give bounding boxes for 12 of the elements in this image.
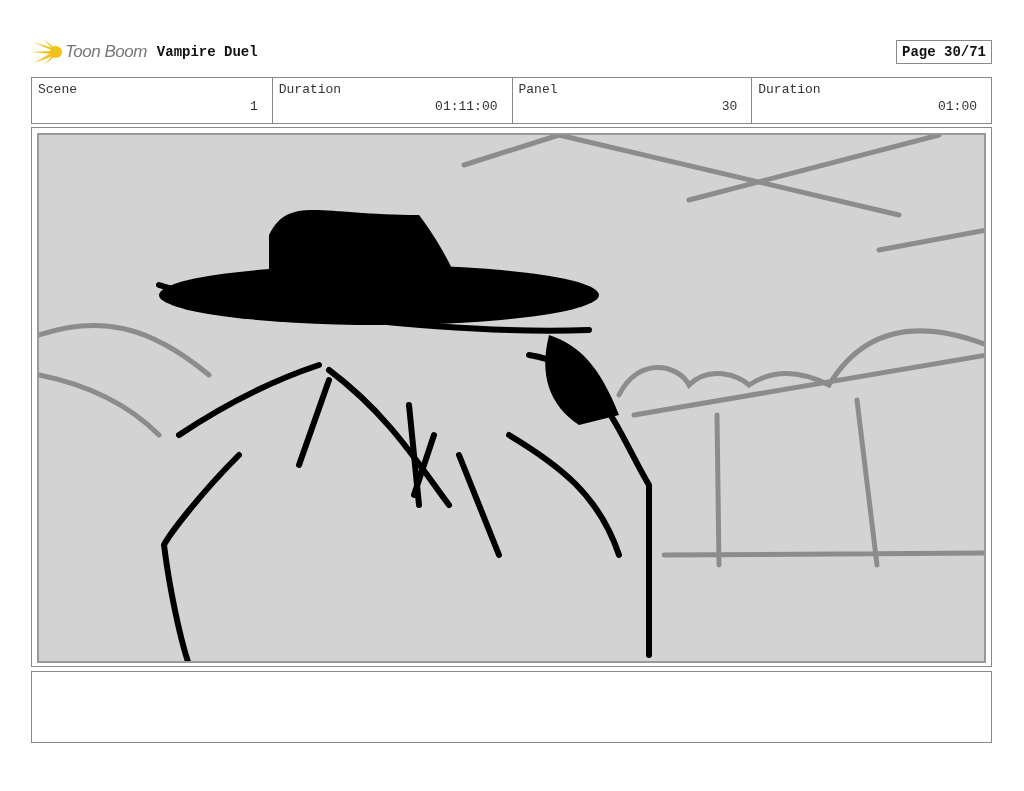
field-value: 01:11:00 <box>435 99 498 114</box>
page-number: Page 30/71 <box>896 40 992 64</box>
field-value: 01:00 <box>938 99 977 114</box>
field-label: Duration <box>758 82 822 97</box>
logo-text: Toon Boom <box>65 42 147 62</box>
field-value: 30 <box>721 99 738 114</box>
field-label: Panel <box>518 82 559 97</box>
starburst-icon <box>31 39 63 65</box>
project-title: Vampire Duel <box>156 44 258 60</box>
field-label: Duration <box>278 82 343 97</box>
field-label: Scene <box>38 82 78 97</box>
field-value: 1 <box>249 99 258 114</box>
